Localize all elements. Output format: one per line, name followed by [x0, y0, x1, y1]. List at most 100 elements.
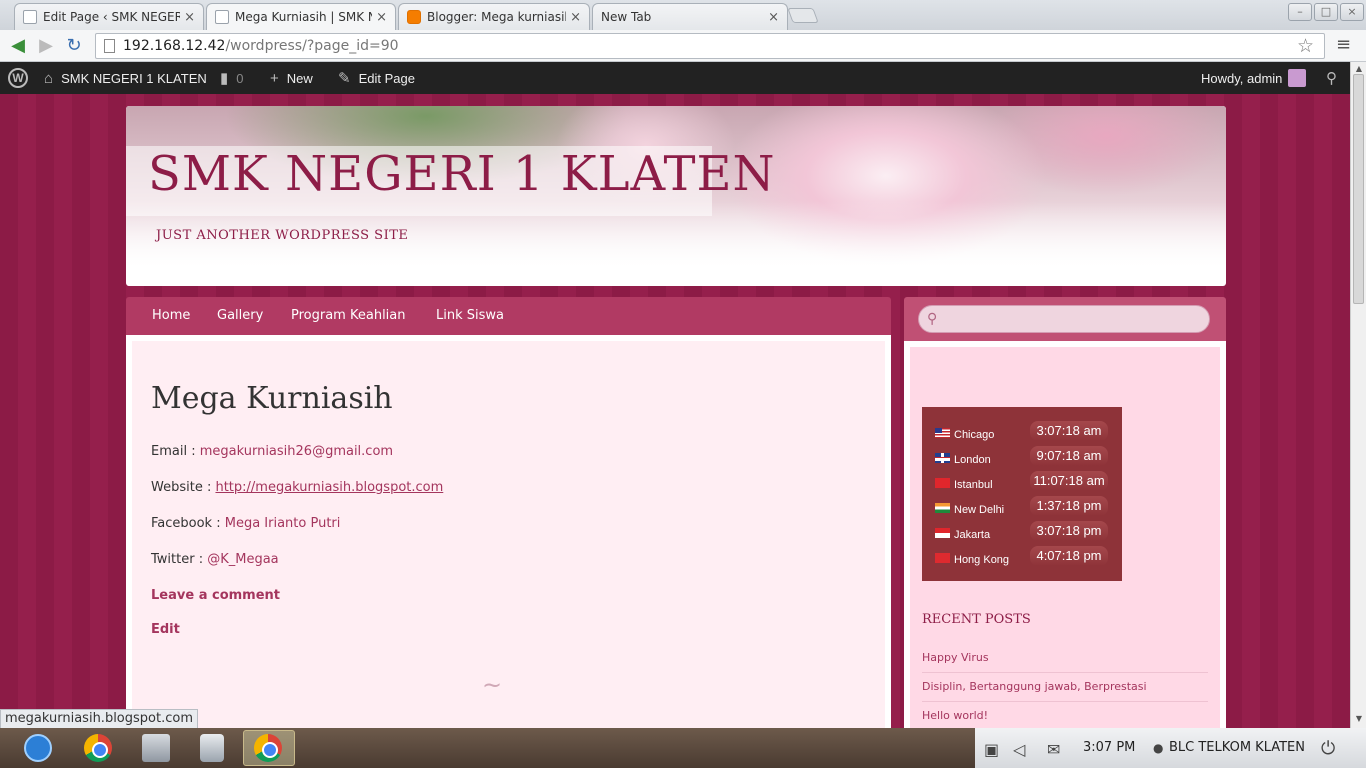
forward-button[interactable]: ▶ [34, 34, 58, 58]
clock-city: New Delhi [954, 504, 1005, 516]
reload-button[interactable]: ↻ [62, 34, 86, 58]
address-bar[interactable]: 192.168.12.42/wordpress/?page_id=90 ☆ [95, 33, 1325, 59]
divider-swirl: ~ [482, 671, 503, 699]
close-window-button[interactable]: × [1340, 3, 1364, 21]
close-icon[interactable]: × [184, 10, 195, 25]
search-input[interactable]: ⚲ [918, 305, 1210, 333]
network-name[interactable]: BLC TELKOM KLATEN [1169, 728, 1305, 768]
minimize-button[interactable]: – [1288, 3, 1312, 21]
clock-row: Chicago 3:07:18 am [922, 417, 1122, 442]
new-label: New [286, 70, 313, 86]
site-header: SMK NEGERI 1 KLATEN JUST ANOTHER WORDPRE… [126, 106, 1226, 286]
leave-comment-link[interactable]: Leave a comment [151, 588, 280, 603]
close-icon[interactable]: × [768, 10, 779, 25]
clock-row: Istanbul 11:07:18 am [922, 467, 1122, 492]
volume-icon[interactable]: ◁ [1013, 740, 1025, 759]
reload-icon: ↻ [66, 35, 82, 56]
comment-icon: ▮ [220, 70, 229, 87]
scroll-thumb[interactable] [1353, 74, 1364, 304]
post-area: Mega Kurniasih Email : megakurniasih26@g… [132, 341, 885, 728]
wordpress-logo-button[interactable]: W [8, 62, 28, 94]
wp-admin-bar: W ⌂ SMK NEGERI 1 KLATEN ▮ 0 + New ✎ Edit… [0, 62, 1350, 94]
search-icon: ⚲ [1326, 70, 1337, 87]
clock-city: Hong Kong [954, 554, 1010, 566]
admin-site-name: SMK NEGERI 1 KLATEN [61, 70, 207, 86]
us-flag-icon [935, 428, 950, 438]
clock-city: Jakarta [954, 529, 991, 541]
tab-mega-kurniasih[interactable]: Mega Kurniasih | SMK NEG × [206, 3, 396, 30]
nav-item-gallery[interactable]: Gallery [217, 297, 263, 335]
recent-post-link[interactable]: Disiplin, Bertanggung jawab, Berprestasi [922, 680, 1208, 702]
power-icon[interactable]: ⏻ [1321, 738, 1335, 759]
email-link[interactable]: megakurniasih26@gmail.com [200, 444, 393, 459]
clock-row: Hong Kong 4:07:18 pm [922, 542, 1122, 567]
chrome-launcher-icon[interactable] [84, 734, 112, 762]
recent-post-link[interactable]: Hello world! [922, 709, 1208, 728]
website-link[interactable]: http://megakurniasih.blogspot.com [215, 480, 443, 495]
clock-time: 3:07:18 pm [1030, 521, 1108, 541]
nav-item-link-siswa[interactable]: Link Siswa [436, 297, 504, 335]
facebook-label: Facebook : [151, 516, 225, 531]
recent-post-link[interactable]: Happy Virus [922, 651, 1208, 673]
email-row: Email : megakurniasih26@gmail.com [151, 444, 393, 459]
clock-time: 1:37:18 pm [1030, 496, 1108, 516]
tab-blogger[interactable]: Blogger: Mega kurniasih - × [398, 3, 590, 30]
comments-count: 0 [236, 70, 244, 86]
plus-icon: + [270, 69, 279, 87]
chrome-window-icon[interactable] [254, 734, 282, 762]
nav-item-home[interactable]: Home [152, 297, 190, 335]
nav-item-program-keahlian[interactable]: Program Keahlian [291, 297, 406, 335]
twitter-row: Twitter : @K_Megaa [151, 552, 279, 567]
tab-new-tab[interactable]: New Tab × [592, 3, 788, 30]
start-menu-icon[interactable] [24, 734, 52, 762]
page-scrollbar[interactable]: ▲ ▼ [1350, 62, 1366, 728]
clock-time: 3:07:18 am [1030, 421, 1108, 441]
facebook-link[interactable]: Mega Irianto Putri [225, 516, 341, 531]
sidebar: Chicago 3:07:18 am London 9:07:18 am Ist… [904, 341, 1226, 728]
account-menu[interactable]: Howdy, admin [1201, 62, 1307, 94]
page-icon [23, 10, 37, 24]
scroll-down-icon[interactable]: ▼ [1353, 714, 1365, 723]
avatar [1288, 69, 1307, 87]
menu-icon[interactable]: ≡ [1336, 36, 1354, 54]
site-description: JUST ANOTHER WORDPRESS SITE [156, 228, 409, 243]
sidebar-search-bar: ⚲ [904, 297, 1226, 341]
network-error-icon[interactable]: ▣ [984, 740, 999, 759]
back-button[interactable]: ◀ [6, 34, 30, 58]
close-icon[interactable]: × [570, 10, 581, 25]
edit-page-link[interactable]: ✎ Edit Page [338, 62, 415, 94]
maximize-button[interactable]: □ [1314, 3, 1338, 21]
clock-time-display[interactable]: 3:07 PM [1083, 728, 1135, 768]
arrow-right-icon: ▶ [39, 35, 53, 56]
tab-edit-page[interactable]: Edit Page ‹ SMK NEGERI 1 × [14, 3, 204, 30]
url-path: /wordpress/?page_id=90 [225, 38, 399, 54]
comments-link[interactable]: ▮ 0 [220, 62, 244, 94]
mail-icon[interactable]: ✉ [1047, 740, 1060, 759]
edit-page-label: Edit Page [358, 70, 415, 86]
facebook-row: Facebook : Mega Irianto Putri [151, 516, 340, 531]
url-host: 192.168.12.42 [123, 38, 226, 54]
admin-site-link[interactable]: ⌂ SMK NEGERI 1 KLATEN [44, 62, 207, 94]
browser-tab-bar: Edit Page ‹ SMK NEGERI 1 × Mega Kurniasi… [0, 0, 1366, 30]
page-icon [104, 39, 115, 53]
email-label: Email : [151, 444, 200, 459]
new-tab-button[interactable] [787, 8, 819, 23]
uk-flag-icon [935, 453, 950, 463]
new-content-link[interactable]: + New [270, 62, 313, 94]
camera-icon[interactable] [200, 734, 224, 762]
star-icon[interactable]: ☆ [1297, 35, 1314, 57]
page-body: SMK NEGERI 1 KLATEN JUST ANOTHER WORDPRE… [0, 94, 1350, 728]
world-clock-widget: Chicago 3:07:18 am London 9:07:18 am Ist… [922, 407, 1122, 581]
close-icon[interactable]: × [376, 10, 387, 25]
site-title[interactable]: SMK NEGERI 1 KLATEN [148, 146, 776, 202]
scroll-up-icon[interactable]: ▲ [1353, 64, 1365, 73]
file-manager-icon[interactable] [142, 734, 170, 762]
user-icon: ● [1153, 741, 1164, 755]
main-content: Mega Kurniasih Email : megakurniasih26@g… [126, 335, 891, 728]
twitter-link[interactable]: @K_Megaa [207, 552, 278, 567]
browser-toolbar: ◀ ▶ ↻ 192.168.12.42/wordpress/?page_id=9… [0, 30, 1366, 62]
tab-label: Blogger: Mega kurniasih - [427, 10, 567, 24]
admin-search-button[interactable]: ⚲ [1326, 62, 1337, 94]
edit-link[interactable]: Edit [151, 622, 180, 637]
blogger-icon [407, 10, 421, 24]
